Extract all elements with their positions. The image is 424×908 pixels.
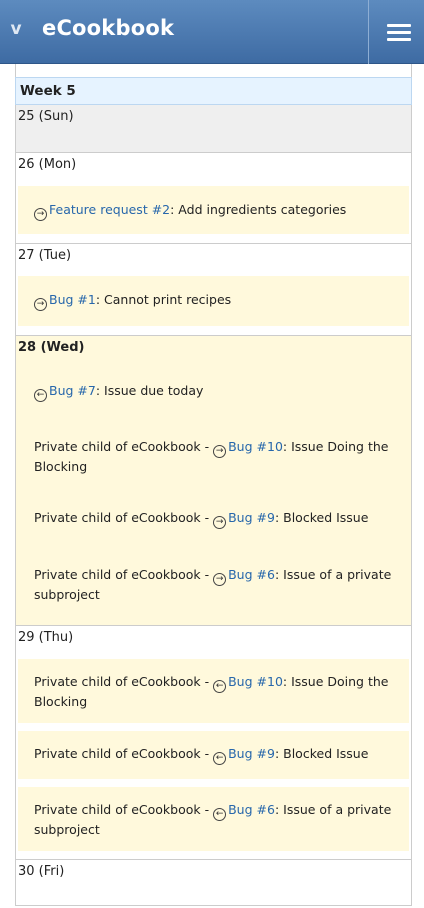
issue-subject: : Blocked Issue	[274, 746, 369, 761]
issue-subject: : Add ingredients categories	[170, 202, 347, 217]
arrow-left-icon: ←	[34, 389, 47, 402]
hamburger-icon	[387, 24, 411, 27]
day-label: 28 (Wed)	[18, 340, 85, 355]
arrow-right-icon: →	[34, 298, 47, 311]
issue-entry: Private child of eCookbook - → Bug #9: Bl…	[18, 509, 409, 529]
issue-entry: Private child of eCookbook - → Bug #10: I…	[18, 438, 409, 478]
arrow-right-icon: →	[213, 573, 227, 586]
arrow-right-icon: →	[213, 445, 227, 458]
issue-link[interactable]: Bug #6	[228, 567, 275, 582]
issue-entry: Private child of eCookbook - → Bug #6: Is…	[18, 566, 409, 606]
issue-project-prefix: Private child of eCookbook -	[34, 802, 214, 817]
issue-link[interactable]: Bug #7	[49, 383, 96, 398]
issue-project-prefix: Private child of eCookbook -	[34, 567, 214, 582]
issue-link[interactable]: Bug #9	[228, 510, 275, 525]
issue-entry: Private child of eCookbook - ← Bug #6: Is…	[18, 787, 409, 851]
day-cell-wed-today: 28 (Wed) ← Bug #7: Issue due today Privat…	[15, 336, 412, 626]
issue-link[interactable]: Feature request #2	[49, 202, 170, 217]
issue-link[interactable]: Bug #10	[228, 439, 283, 454]
day-cell-tue: 27 (Tue) → Bug #1: Cannot print recipes	[15, 244, 412, 336]
day-label: 27 (Tue)	[18, 248, 72, 263]
arrow-left-icon: ←	[213, 752, 227, 765]
calendar: Week 5 25 (Sun) 26 (Mon) → Feature reques…	[15, 64, 412, 906]
top-bar: v eCookbook	[0, 0, 424, 64]
arrow-left-icon: ←	[213, 680, 227, 693]
app-title[interactable]: eCookbook	[42, 14, 174, 42]
issue-entry: → Feature request #2: Add ingredients cat…	[18, 186, 409, 234]
week-header: Week 5	[15, 77, 412, 105]
issue-project-prefix: Private child of eCookbook -	[34, 746, 214, 761]
issue-entry: → Bug #1: Cannot print recipes	[18, 276, 409, 326]
issue-project-prefix: Private child of eCookbook -	[34, 674, 214, 689]
issue-subject: : Issue due today	[95, 383, 204, 398]
issue-entry: ← Bug #7: Issue due today	[18, 382, 409, 402]
day-label: 25 (Sun)	[18, 109, 74, 124]
issue-subject: : Cannot print recipes	[95, 292, 232, 307]
issue-link[interactable]: Bug #1	[49, 292, 96, 307]
issue-entry: Private child of eCookbook - ← Bug #9: Bl…	[18, 731, 409, 779]
day-label: 26 (Mon)	[18, 157, 77, 172]
issue-project-prefix: Private child of eCookbook -	[34, 510, 214, 525]
chevron-down-icon[interactable]: v	[6, 19, 26, 39]
issue-link[interactable]: Bug #6	[228, 802, 275, 817]
arrow-left-icon: ←	[213, 808, 227, 821]
day-cell-mon: 26 (Mon) → Feature request #2: Add ingred…	[15, 153, 412, 244]
day-cell-sun: 25 (Sun)	[15, 105, 412, 153]
arrow-right-icon: →	[213, 516, 227, 529]
day-label: 30 (Fri)	[18, 864, 65, 879]
day-cell-thu: 29 (Thu) Private child of eCookbook - ← B…	[15, 626, 412, 860]
issue-entry: Private child of eCookbook - ← Bug #10: I…	[18, 659, 409, 723]
arrow-right-icon: →	[34, 208, 47, 221]
issue-link[interactable]: Bug #9	[228, 746, 275, 761]
issue-project-prefix: Private child of eCookbook -	[34, 439, 214, 454]
day-cell-fri: 30 (Fri)	[15, 860, 412, 906]
issue-subject: : Blocked Issue	[274, 510, 369, 525]
hamburger-menu-button[interactable]	[368, 0, 424, 64]
day-label: 29 (Thu)	[18, 630, 74, 645]
issue-link[interactable]: Bug #10	[228, 674, 283, 689]
